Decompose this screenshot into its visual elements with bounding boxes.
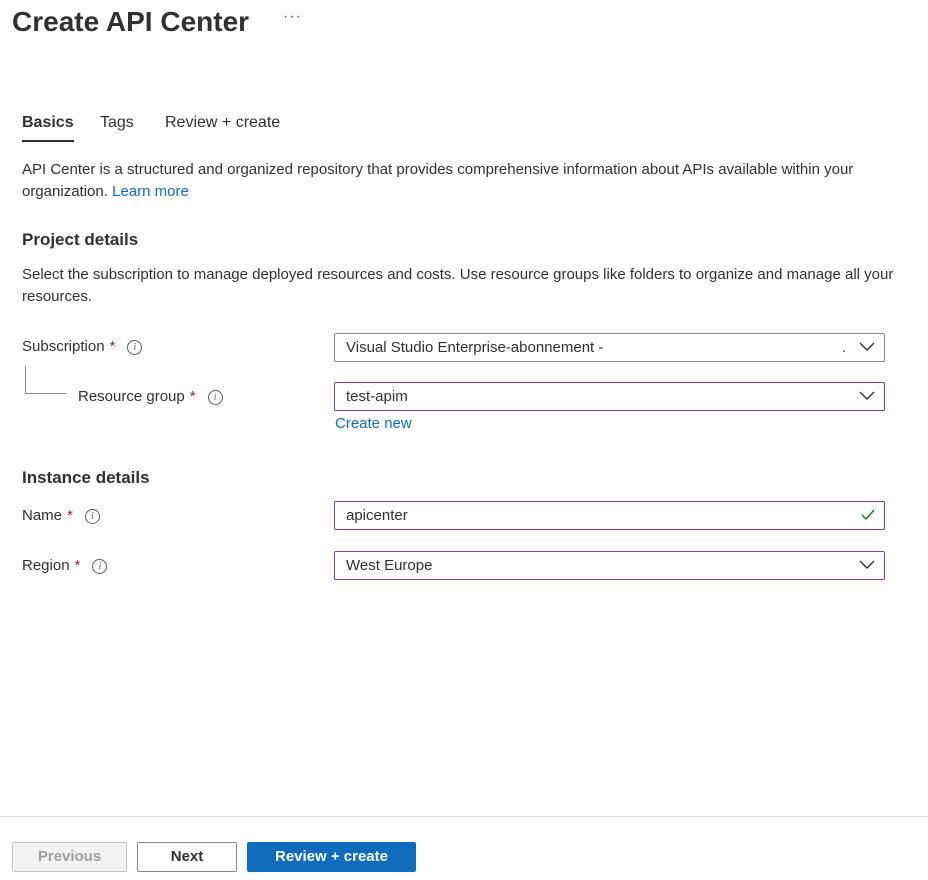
tab-tags[interactable]: Tags xyxy=(100,112,134,134)
chevron-down-icon xyxy=(859,342,875,351)
previous-button[interactable]: Previous xyxy=(12,842,127,872)
subscription-value-trailing: . xyxy=(841,339,846,356)
tab-review-create[interactable]: Review + create xyxy=(165,112,280,134)
region-label: Region xyxy=(22,557,70,574)
review-create-button[interactable]: Review + create xyxy=(247,842,416,872)
name-value: apicenter xyxy=(346,507,408,524)
subscription-dropdown[interactable]: Visual Studio Enterprise-abonnement - . xyxy=(334,333,885,362)
required-indicator: * xyxy=(74,557,81,574)
resource-group-label-group: Resource group * i xyxy=(78,387,223,407)
subscription-label-group: Subscription * i xyxy=(22,337,143,357)
region-dropdown[interactable]: West Europe xyxy=(334,551,885,580)
tree-connector-vertical xyxy=(25,366,26,393)
instance-details-heading: Instance details xyxy=(22,468,150,487)
required-indicator: * xyxy=(67,507,73,524)
subscription-label: Subscription xyxy=(22,338,105,355)
required-indicator: * xyxy=(109,338,116,355)
subscription-value: Visual Studio Enterprise-abonnement - xyxy=(346,339,604,356)
info-icon[interactable]: i xyxy=(207,389,223,405)
tab-basics[interactable]: Basics xyxy=(22,112,74,142)
learn-more-link[interactable]: Learn more xyxy=(112,183,189,200)
project-details-heading: Project details xyxy=(22,230,139,249)
checkmark-icon xyxy=(861,509,875,521)
chevron-down-icon xyxy=(859,560,875,569)
region-value: West Europe xyxy=(346,557,433,574)
info-icon[interactable]: i xyxy=(127,339,143,355)
info-icon[interactable]: i xyxy=(84,508,100,524)
page-title: Create API Center xyxy=(12,6,250,37)
required-indicator: * xyxy=(189,388,196,405)
project-details-description: Select the subscription to manage deploy… xyxy=(22,266,894,305)
next-button[interactable]: Next xyxy=(137,842,237,872)
footer-divider xyxy=(0,816,928,817)
resource-group-label: Resource group xyxy=(78,388,185,405)
create-new-link[interactable]: Create new xyxy=(335,414,412,434)
name-input[interactable]: apicenter xyxy=(334,501,885,530)
name-label-group: Name * i xyxy=(22,506,100,526)
info-icon[interactable]: i xyxy=(92,558,108,574)
resource-group-dropdown[interactable]: test-apim xyxy=(334,382,885,411)
region-label-group: Region * i xyxy=(22,556,108,576)
resource-group-value: test-apim xyxy=(346,388,408,405)
name-label: Name xyxy=(22,507,63,524)
chevron-down-icon xyxy=(859,391,875,400)
more-icon[interactable]: ··· xyxy=(283,8,302,26)
intro-text: API Center is a structured and organized… xyxy=(22,159,902,203)
create-api-center-page: Create API Center ··· Basics Tags Review… xyxy=(0,0,928,880)
tree-connector-horizontal xyxy=(25,393,66,394)
